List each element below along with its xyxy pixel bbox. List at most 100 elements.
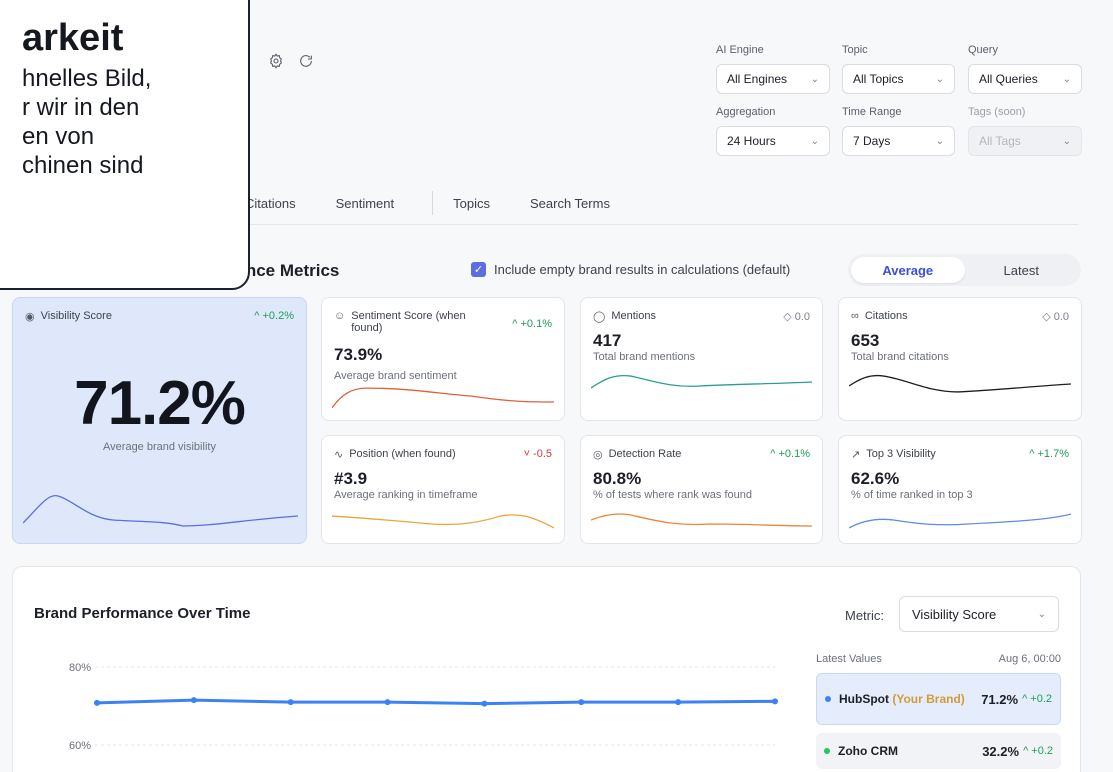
filter-ai-engine: AI Engine All Engines ⌄ bbox=[716, 44, 830, 94]
filter-tags: Tags (soon) All Tags ⌄ bbox=[968, 106, 1082, 156]
data-point[interactable] bbox=[384, 699, 391, 706]
visibility-score-card[interactable]: ◉ Visibility Score ^ +0.2% 71.2% Average… bbox=[12, 297, 307, 544]
tab-bar: Citations Sentiment Topics Search Terms bbox=[245, 191, 650, 215]
eye-icon: ◉ bbox=[25, 311, 35, 323]
card-subtitle: % of time ranked in top 3 bbox=[851, 489, 973, 501]
data-point[interactable] bbox=[481, 700, 488, 707]
sentiment-score-card[interactable]: ☺ Sentiment Score (when found) ^ +0.1% 7… bbox=[321, 297, 565, 421]
filter-query: Query All Queries ⌄ bbox=[968, 44, 1082, 94]
aggregation-select[interactable]: 24 Hours ⌄ bbox=[716, 126, 830, 156]
card-title: ◉ Visibility Score bbox=[25, 310, 112, 323]
card-title-text: Top 3 Visibility bbox=[866, 448, 936, 460]
card-value: 653 bbox=[851, 331, 880, 350]
filter-label: Aggregation bbox=[716, 106, 776, 118]
chevron-down-icon: ⌄ bbox=[1062, 135, 1071, 147]
card-subtitle: Total brand mentions bbox=[593, 351, 696, 363]
chevron-down-icon: ⌄ bbox=[935, 135, 944, 147]
filter-label: Topic bbox=[842, 44, 868, 56]
visibility-delta: ^ +0.2% bbox=[254, 310, 294, 322]
card-title-text: Citations bbox=[864, 310, 908, 322]
mentions-card[interactable]: ◯ Mentions ◇ 0.0 417 Total brand mention… bbox=[580, 297, 823, 421]
toggle-average[interactable]: Average bbox=[851, 257, 965, 283]
filter-label: Query bbox=[968, 44, 998, 56]
gear-icon[interactable] bbox=[268, 53, 284, 74]
citations-sparkline bbox=[849, 374, 1071, 393]
citations-card[interactable]: ∞ Citations ◇ 0.0 653 Total brand citati… bbox=[838, 297, 1082, 421]
checkbox-checked-icon[interactable]: ✓ bbox=[471, 262, 486, 277]
latest-values-label: Latest Values bbox=[816, 653, 882, 665]
brand-delta: ^ +0.2 bbox=[1023, 745, 1053, 757]
chevron-down-icon: ⌄ bbox=[810, 73, 819, 85]
target-icon: ◎ bbox=[593, 449, 603, 461]
detection-rate-card[interactable]: ◎ Detection Rate ^ +0.1% 80.8% % of test… bbox=[580, 435, 823, 544]
metric-select[interactable]: Visibility Score ⌄ bbox=[899, 596, 1059, 632]
data-point[interactable] bbox=[675, 699, 682, 706]
data-point[interactable] bbox=[578, 699, 585, 706]
card-title-text: Detection Rate bbox=[608, 448, 682, 460]
series-dot bbox=[824, 748, 830, 754]
data-point[interactable] bbox=[772, 698, 778, 705]
series-line-hubspot bbox=[96, 698, 776, 706]
your-brand-tag: (Your Brand) bbox=[892, 692, 965, 706]
card-value: 62.6% bbox=[851, 469, 900, 488]
popup-body: hnelles Bild, r wir in den en von chinen… bbox=[22, 65, 152, 179]
brand-name: Zoho CRM bbox=[838, 744, 898, 758]
card-subtitle: Average brand sentiment bbox=[334, 370, 457, 382]
card-delta: ◇ 0.0 bbox=[1042, 311, 1069, 323]
filter-label: AI Engine bbox=[716, 44, 764, 56]
info-popup: arkeit hnelles Bild, r wir in den en von… bbox=[0, 0, 250, 290]
brand-performance-panel: Brand Performance Over Time Metric: Visi… bbox=[12, 566, 1081, 772]
checkbox-label: Include empty brand results in calculati… bbox=[494, 262, 791, 277]
time-range-select[interactable]: 7 Days ⌄ bbox=[842, 126, 955, 156]
detection-sparkline bbox=[591, 513, 812, 527]
tab-search-terms[interactable]: Search Terms bbox=[530, 196, 610, 211]
header-actions bbox=[268, 53, 314, 74]
average-latest-toggle: Average Latest bbox=[848, 254, 1081, 286]
select-value: 7 Days bbox=[853, 134, 891, 148]
card-title: ∞ Citations bbox=[851, 310, 908, 322]
series-dot bbox=[825, 696, 831, 702]
include-empty-checkbox-row[interactable]: ✓ Include empty brand results in calcula… bbox=[471, 262, 790, 277]
brand-name: HubSpot (Your Brand) bbox=[839, 692, 981, 706]
data-point[interactable] bbox=[190, 697, 197, 704]
chevron-down-icon: ⌄ bbox=[935, 73, 944, 85]
performance-line-chart: 80% 60% bbox=[69, 662, 778, 752]
toggle-latest[interactable]: Latest bbox=[965, 257, 1079, 283]
card-delta: ^ +1.7% bbox=[1029, 448, 1069, 460]
y-tick-label: 80% bbox=[69, 662, 91, 674]
brand-value: 71.2% bbox=[981, 691, 1019, 707]
pulse-icon: ∿ bbox=[334, 449, 344, 461]
tab-citations[interactable]: Citations bbox=[245, 196, 296, 211]
tab-sentiment[interactable]: Sentiment bbox=[336, 196, 395, 211]
data-point[interactable] bbox=[94, 699, 100, 706]
panel-title: Brand Performance Over Time bbox=[34, 605, 251, 622]
select-value: Visibility Score bbox=[912, 606, 997, 622]
select-value: All Queries bbox=[979, 72, 1038, 86]
sentiment-sparkline bbox=[332, 387, 554, 409]
select-value: All Tags bbox=[979, 134, 1021, 148]
tab-divider bbox=[432, 191, 434, 215]
ai-engine-select[interactable]: All Engines ⌄ bbox=[716, 64, 830, 94]
card-value: 73.9% bbox=[334, 345, 383, 364]
card-delta: ◇ 0.0 bbox=[783, 311, 810, 323]
card-title-text: Position (when found) bbox=[349, 448, 456, 460]
card-subtitle: Total brand citations bbox=[851, 351, 949, 363]
smile-icon: ☺ bbox=[334, 310, 346, 322]
card-title: ◯ Mentions bbox=[593, 310, 656, 323]
card-title-text: Mentions bbox=[611, 310, 656, 322]
topic-select[interactable]: All Topics ⌄ bbox=[842, 64, 955, 94]
filter-label: Time Range bbox=[842, 106, 902, 118]
latest-row-hubspot[interactable]: HubSpot (Your Brand) 71.2% ^ +0.2 bbox=[816, 673, 1061, 725]
latest-row-zoho[interactable]: Zoho CRM 32.2% ^ +0.2 bbox=[816, 733, 1061, 769]
filter-label: Tags (soon) bbox=[968, 106, 1026, 118]
top3-visibility-card[interactable]: ↗ Top 3 Visibility ^ +1.7% 62.6% % of ti… bbox=[838, 435, 1082, 544]
query-select[interactable]: All Queries ⌄ bbox=[968, 64, 1082, 94]
tab-topics[interactable]: Topics bbox=[453, 196, 490, 211]
data-point[interactable] bbox=[287, 699, 294, 706]
filter-time-range: Time Range 7 Days ⌄ bbox=[842, 106, 955, 156]
refresh-icon[interactable] bbox=[298, 53, 314, 74]
position-card[interactable]: ∿ Position (when found) ˅ -0.5 #3.9 Aver… bbox=[321, 435, 565, 544]
card-delta: ^ +0.1% bbox=[770, 448, 810, 460]
select-value: All Topics bbox=[853, 72, 904, 86]
card-title: ◎ Detection Rate bbox=[593, 448, 681, 461]
